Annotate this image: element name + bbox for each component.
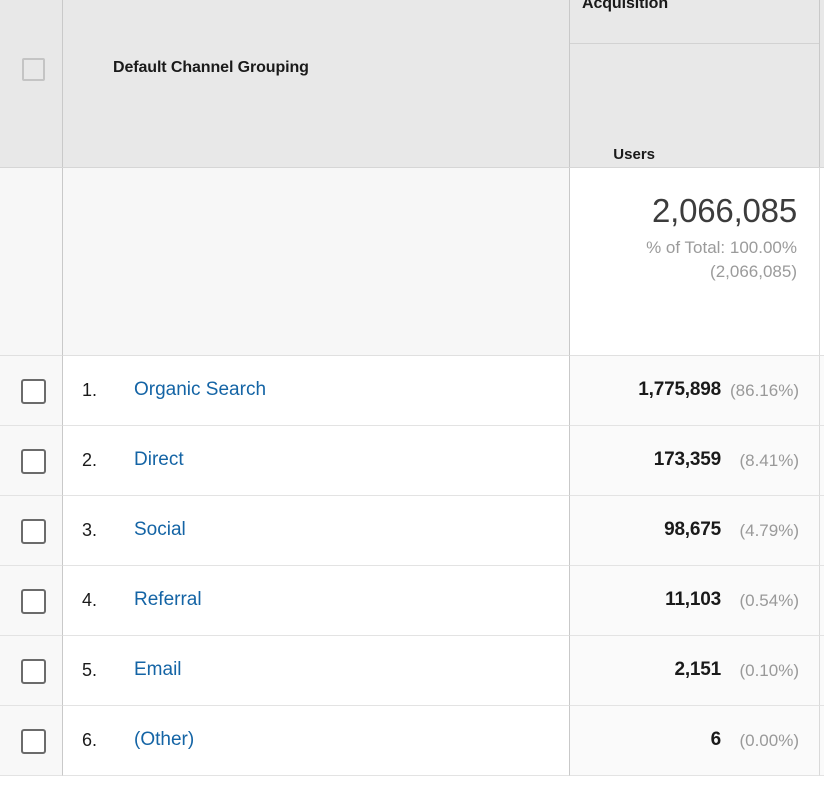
row-index: 3. bbox=[82, 520, 98, 540]
row-checkbox-cell bbox=[0, 426, 63, 496]
row-index: 5. bbox=[82, 660, 98, 680]
row-checkbox[interactable] bbox=[21, 659, 46, 684]
summary-percent-of-total: % of Total: 100.00% bbox=[646, 238, 797, 257]
row-checkbox-cell bbox=[0, 356, 63, 426]
row-metric-cell: 173,359 (8.41%) bbox=[570, 426, 820, 496]
row-next-column-edge bbox=[820, 706, 824, 776]
row-checkbox[interactable] bbox=[21, 729, 46, 754]
row-dimension-cell: 4. Referral bbox=[63, 566, 570, 636]
row-index: 6. bbox=[82, 730, 98, 750]
table-row: 2. Direct 173,359 (8.41%) bbox=[0, 426, 824, 496]
metric-group-label: Acquisition bbox=[582, 0, 669, 12]
row-index: 4. bbox=[82, 590, 98, 610]
row-checkbox-cell bbox=[0, 566, 63, 636]
table-header-row: Default Channel Grouping Acquisition Use… bbox=[0, 0, 824, 168]
row-index: 1. bbox=[82, 380, 98, 400]
row-checkbox-cell bbox=[0, 636, 63, 706]
table-body: 1. Organic Search 1,775,898 (86.16%) 2. … bbox=[0, 356, 824, 776]
row-users-percent: (4.79%) bbox=[739, 521, 799, 540]
header-metric-group-cell: Acquisition Users ? bbox=[570, 0, 820, 167]
metric-column-label: Users bbox=[613, 146, 655, 163]
summary-dimension-cell bbox=[63, 168, 570, 356]
header-checkbox-cell bbox=[0, 0, 63, 167]
row-next-column-edge bbox=[820, 566, 824, 636]
row-dimension-cell: 2. Direct bbox=[63, 426, 570, 496]
row-metric-cell: 6 (0.00%) bbox=[570, 706, 820, 776]
select-all-checkbox[interactable] bbox=[22, 58, 45, 81]
table-row: 1. Organic Search 1,775,898 (86.16%) bbox=[0, 356, 824, 426]
row-channel-link[interactable]: (Other) bbox=[134, 729, 194, 751]
header-dimension-cell[interactable]: Default Channel Grouping bbox=[63, 0, 570, 167]
row-users-value: 2,151 bbox=[674, 659, 721, 680]
row-checkbox-cell bbox=[0, 496, 63, 566]
row-channel-link[interactable]: Social bbox=[134, 519, 186, 541]
row-metric-cell: 1,775,898 (86.16%) bbox=[570, 356, 820, 426]
row-checkbox[interactable] bbox=[21, 449, 46, 474]
row-checkbox[interactable] bbox=[21, 379, 46, 404]
row-checkbox[interactable] bbox=[21, 589, 46, 614]
row-checkbox-cell bbox=[0, 706, 63, 776]
table-row: 4. Referral 11,103 (0.54%) bbox=[0, 566, 824, 636]
summary-metric-cell: 2,066,085 % of Total: 100.00% (2,066,085… bbox=[570, 168, 820, 356]
row-checkbox[interactable] bbox=[21, 519, 46, 544]
table-row: 5. Email 2,151 (0.10%) bbox=[0, 636, 824, 706]
row-users-percent: (0.10%) bbox=[739, 661, 799, 680]
summary-checkbox-cell bbox=[0, 168, 63, 356]
summary-total-value: 2,066,085 bbox=[651, 192, 797, 229]
row-users-percent: (0.00%) bbox=[739, 731, 799, 750]
summary-next-column-edge bbox=[820, 168, 824, 356]
row-next-column-edge bbox=[820, 356, 824, 426]
row-users-value: 1,775,898 bbox=[638, 379, 721, 400]
analytics-report-table: Default Channel Grouping Acquisition Use… bbox=[0, 0, 824, 788]
row-users-percent: (86.16%) bbox=[730, 381, 799, 400]
row-channel-link[interactable]: Organic Search bbox=[134, 379, 266, 401]
summary-total-parenthetical: (2,066,085) bbox=[710, 262, 797, 281]
row-users-percent: (0.54%) bbox=[739, 591, 799, 610]
row-metric-cell: 11,103 (0.54%) bbox=[570, 566, 820, 636]
row-dimension-cell: 6. (Other) bbox=[63, 706, 570, 776]
row-users-value: 173,359 bbox=[653, 449, 721, 470]
row-users-percent: (8.41%) bbox=[739, 451, 799, 470]
header-metric-subcell[interactable]: Users ? bbox=[570, 44, 819, 167]
summary-row: 2,066,085 % of Total: 100.00% (2,066,085… bbox=[0, 168, 824, 356]
table-row: 3. Social 98,675 (4.79%) bbox=[0, 496, 824, 566]
dimension-column-label: Default Channel Grouping bbox=[113, 59, 309, 76]
row-dimension-cell: 1. Organic Search bbox=[63, 356, 570, 426]
row-channel-link[interactable]: Email bbox=[134, 659, 182, 681]
row-metric-cell: 98,675 (4.79%) bbox=[570, 496, 820, 566]
row-channel-link[interactable]: Referral bbox=[134, 589, 202, 611]
row-users-value: 98,675 bbox=[664, 519, 721, 540]
header-next-column-edge bbox=[820, 0, 824, 167]
row-next-column-edge bbox=[820, 426, 824, 496]
row-dimension-cell: 3. Social bbox=[63, 496, 570, 566]
row-index: 2. bbox=[82, 450, 98, 470]
table-row: 6. (Other) 6 (0.00%) bbox=[0, 706, 824, 776]
row-next-column-edge bbox=[820, 636, 824, 706]
row-dimension-cell: 5. Email bbox=[63, 636, 570, 706]
row-users-value: 6 bbox=[710, 729, 722, 750]
row-channel-link[interactable]: Direct bbox=[134, 449, 184, 471]
row-users-value: 11,103 bbox=[665, 589, 721, 610]
row-next-column-edge bbox=[820, 496, 824, 566]
row-metric-cell: 2,151 (0.10%) bbox=[570, 636, 820, 706]
